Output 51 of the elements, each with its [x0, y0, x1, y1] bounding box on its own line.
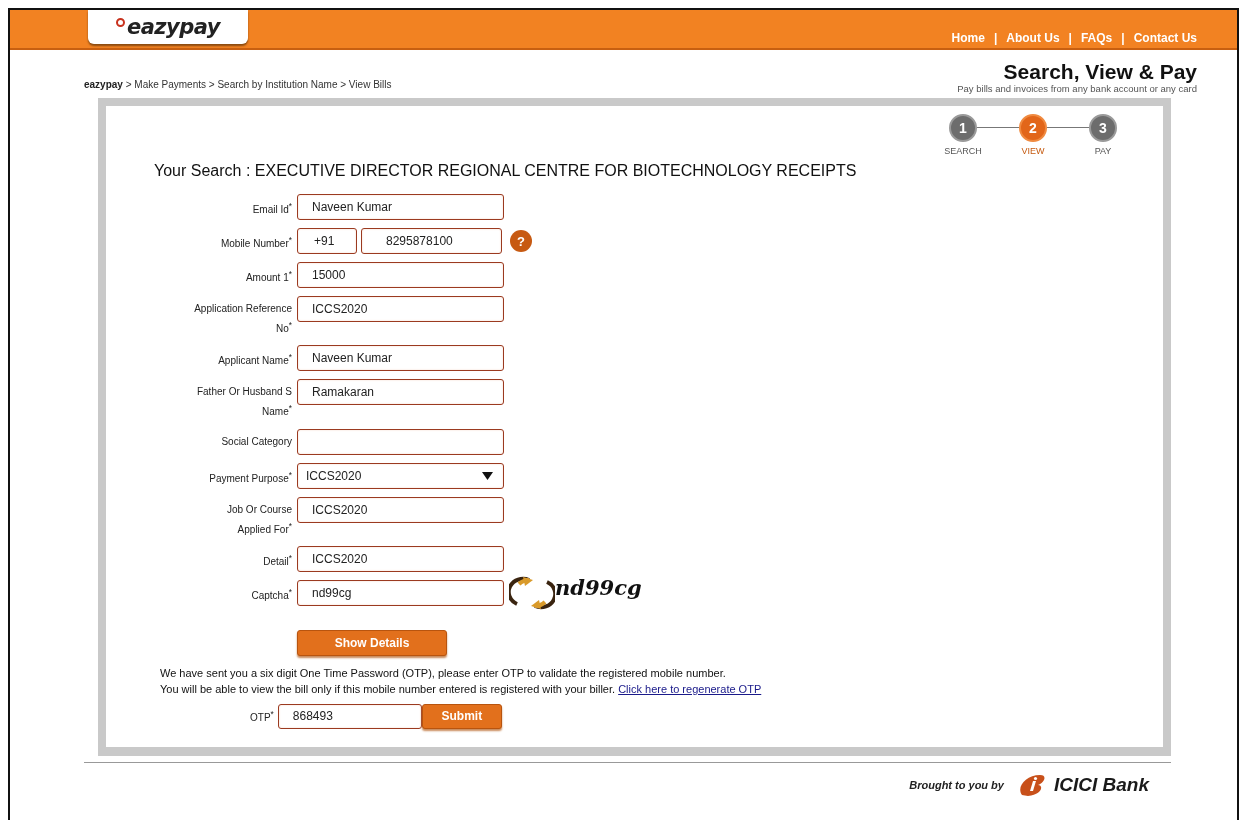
payment-purpose-dropdown[interactable]: ICCS2020: [297, 462, 504, 489]
field-label: Father Or Husband S Name$^{*}$: [195, 385, 292, 420]
field-label: Captcha$^{*}$: [250, 586, 292, 604]
page-title: Search, View & Pay: [1002, 61, 1197, 83]
input-field[interactable]: ICCS2020: [297, 496, 504, 523]
step-circle: 2: [1019, 114, 1047, 142]
field-label: Email Id$^{*}$: [251, 200, 292, 218]
step-label: SEARCH: [944, 146, 982, 156]
help-icon[interactable]: ?: [510, 230, 532, 252]
nav-separator: |: [993, 31, 998, 45]
bank-logo-text: ICICI Bank: [1053, 774, 1149, 796]
field-label: Application Reference No$^{*}$: [193, 302, 292, 337]
field-label: Social Category: [220, 434, 292, 449]
search-heading: Your Search : EXECUTIVE DIRECTOR REGIONAL CENTRE FOR BIOTECHNOLOGY RECEIPTS: [154, 162, 858, 180]
field-label: Amount 1$^{*}$: [244, 268, 292, 286]
input-field[interactable]: Ramakaran: [297, 379, 504, 406]
nav-separator: |: [1121, 31, 1125, 45]
field-label: OTP$^{*}$: [250, 708, 274, 726]
regenerate-otp-link[interactable]: Click here to regenerate OTP: [618, 683, 762, 695]
caret-icon: [482, 471, 493, 480]
field-label: Payment Purpose$^{*}$: [208, 468, 292, 486]
mobile-number-field[interactable]: 8295878100: [361, 228, 502, 254]
input-field[interactable]: Naveen Kumar: [297, 345, 504, 372]
otp-message: You will be able to view the bill only if this mobile number entered is registered with your biller. Click here to regenerate OTP: [160, 682, 763, 697]
credit-text: Brought to you by: [909, 779, 1004, 791]
field-label: Job Or Course Applied For$^{*}$: [225, 502, 292, 537]
field-label: Detail$^{*}$: [262, 552, 292, 570]
country-code-field[interactable]: +91: [297, 228, 357, 254]
refresh-icon[interactable]: [509, 576, 555, 610]
bank-logo-icon: [1017, 773, 1046, 797]
step-label: VIEW: [1021, 146, 1045, 156]
step-circle: 3: [1089, 114, 1117, 142]
nav-separator: |: [1068, 31, 1072, 45]
field-label: Mobile Number$^{*}$: [219, 234, 292, 252]
step-circle: 1: [949, 114, 977, 142]
input-field[interactable]: 15000: [297, 262, 504, 288]
step-label: PAY: [1094, 146, 1112, 156]
input-field[interactable]: Naveen Kumar: [297, 194, 504, 220]
page-subtitle: Pay bills and invoices from any bank account or any card: [957, 83, 1197, 94]
captcha-image: nd99cg: [555, 575, 642, 601]
input-field[interactable]: ICCS2020: [297, 296, 504, 322]
captcha-field[interactable]: nd99cg: [297, 580, 504, 606]
otp-field[interactable]: 868493: [277, 704, 422, 729]
input-field[interactable]: [297, 428, 504, 455]
field-label: Applicant Name$^{*}$: [217, 351, 292, 369]
eazypay-logo[interactable]: eazypay: [88, 10, 248, 44]
logo-ring-icon: [115, 17, 125, 27]
logo-text: eazypay: [126, 15, 221, 39]
breadcrumb: eazypay > Make Payments > Search by Institution Name > View Bills: [84, 79, 392, 90]
input-field[interactable]: ICCS2020: [297, 546, 504, 572]
otp-message: We have sent you a six digit One Time Password (OTP), please enter OTP to validate the registered mobile number.: [160, 666, 727, 681]
